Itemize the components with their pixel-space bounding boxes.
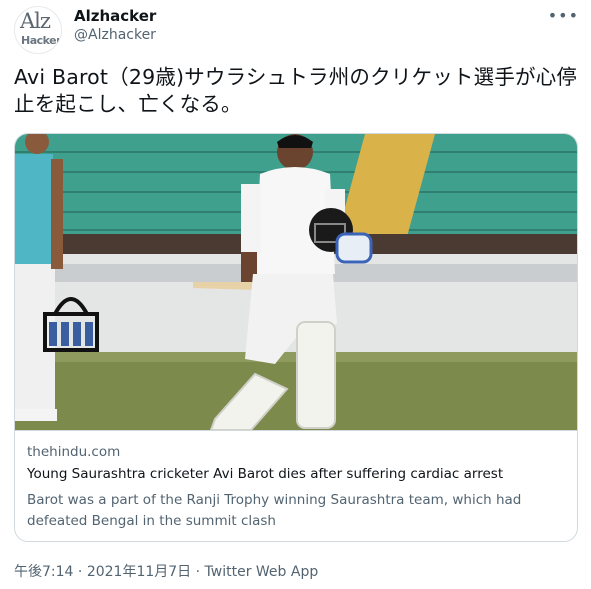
more-horizontal-icon[interactable]: ••• [548,6,579,25]
tweet-time[interactable]: 午後7:14 [14,564,73,580]
tweet-date[interactable]: 2021年11月7日 [87,564,191,580]
avatar-text-top: Alz [20,9,51,33]
tweet-text: Avi Barot（29歳)サウラシュトラ州のクリケット選手が心停止を起こし、亡… [14,65,578,116]
avatar[interactable]: Alz Hacker [14,6,62,54]
tweet-source[interactable]: Twitter Web App [205,564,319,580]
card-domain[interactable]: thehindu.com [27,444,120,460]
card-title[interactable]: Young Saurashtra cricketer Avi Barot die… [27,466,503,482]
link-card[interactable]: thehindu.com Young Saurashtra cricketer … [14,133,578,542]
author-handle[interactable]: @Alzhacker [74,27,156,43]
avatar-text-bottom: Hacker [21,34,62,47]
card-image[interactable] [15,134,578,430]
footer-separator: · [73,564,87,580]
card-description[interactable]: Barot was a part of the Ranji Trophy win… [27,490,557,532]
footer-separator-2: · [191,564,205,580]
tweet-footer: 午後7:14 · 2021年11月7日 · Twitter Web App [14,561,318,581]
tweet-header: Alz Hacker Alzhacker @Alzhacker ••• [14,6,579,54]
card-meta[interactable]: thehindu.com Young Saurashtra cricketer … [15,430,577,541]
author-display-name[interactable]: Alzhacker [74,7,156,25]
